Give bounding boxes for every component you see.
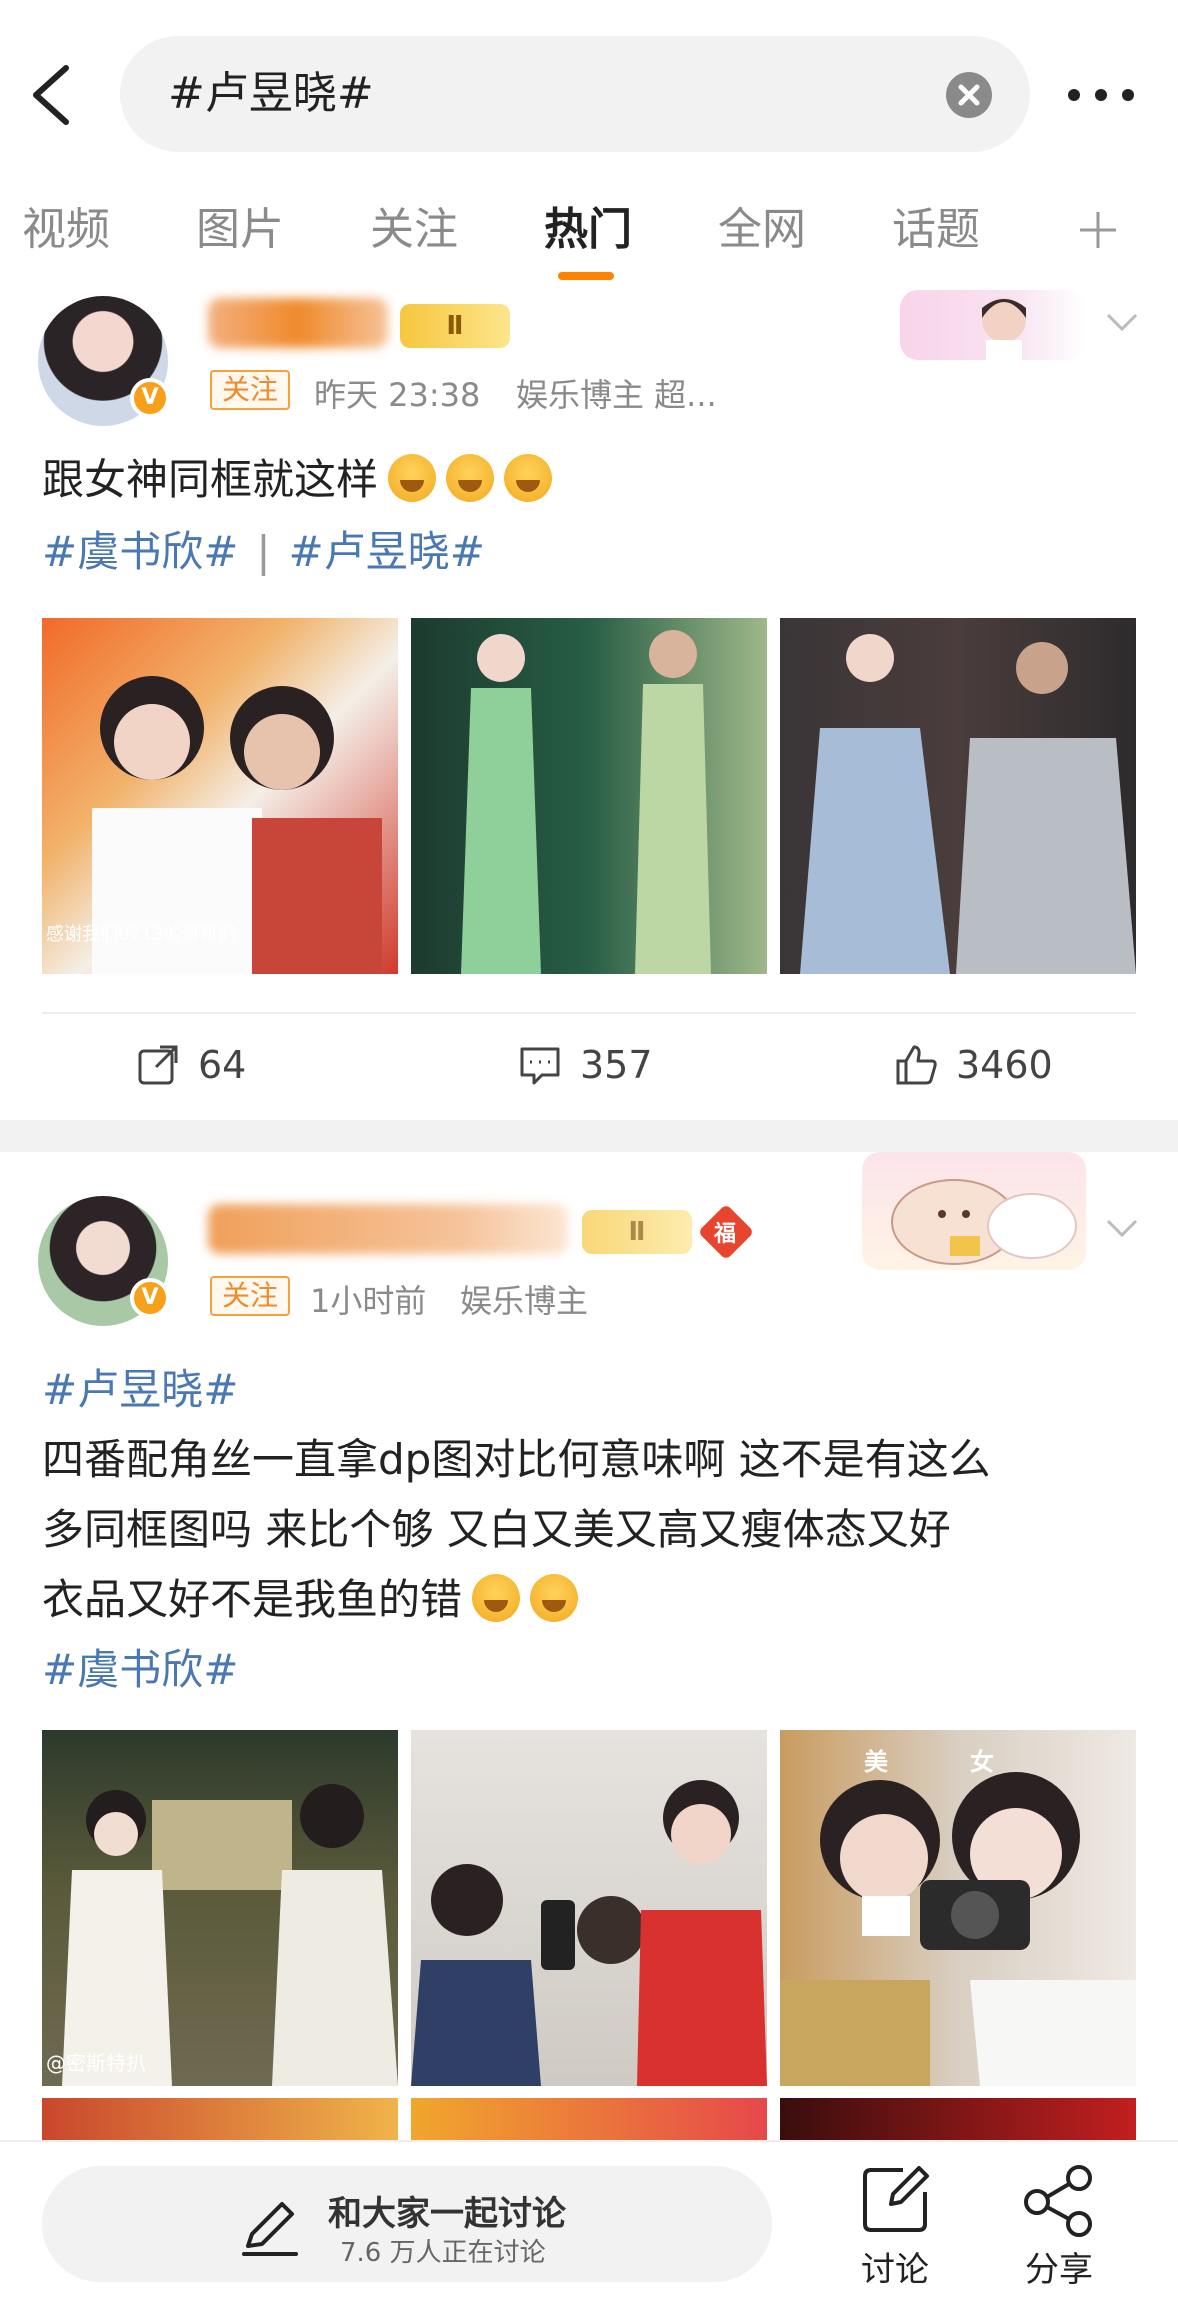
- tab-hot[interactable]: 热门: [544, 200, 632, 260]
- comment-icon: [520, 1047, 560, 1085]
- share-button-label: 分享: [1025, 2250, 1093, 2290]
- tab-images[interactable]: 图片: [196, 200, 284, 260]
- like-count: 3460: [956, 1043, 1053, 1087]
- post-card[interactable]: V Ⅱ 福 关注 1小时前 娱乐博主 #卢昱晓# 四番配角丝一直拿dp图对比何意…: [0, 1152, 1178, 2140]
- post-text-content: 跟女神同框就这样: [42, 455, 379, 504]
- active-tab-indicator: [558, 272, 614, 280]
- post-text: 跟女神同框就这样: [42, 450, 553, 510]
- post-time: 1小时前: [310, 1282, 427, 1320]
- image-overlay-text: 美: [864, 1748, 888, 1776]
- back-arrow-icon[interactable]: [22, 60, 82, 130]
- tab-all-web[interactable]: 全网: [718, 200, 806, 260]
- add-tab-icon[interactable]: [1076, 208, 1120, 252]
- discuss-button[interactable]: 讨论: [840, 2162, 950, 2302]
- top-bar: #卢昱晓#: [0, 0, 1178, 190]
- user-level-badge: Ⅱ: [582, 1210, 692, 1254]
- verified-badge-icon: V: [130, 378, 170, 418]
- username-blurred[interactable]: [208, 1204, 568, 1254]
- search-query-text: #卢昱晓#: [168, 68, 374, 119]
- post-image[interactable]: @密斯特扒: [42, 1730, 398, 2086]
- share-icon: [1024, 2165, 1092, 2237]
- image-caption: 感谢我们0713的哥哥们: [46, 924, 236, 945]
- post-image[interactable]: [411, 2098, 767, 2140]
- post-text-line: 四番配角丝一直拿dp图对比何意味啊 这不是有这么: [42, 1435, 991, 1484]
- profile-decoration-card: [862, 1152, 1086, 1270]
- post-time: 昨天 23:38: [314, 376, 481, 414]
- follow-tag[interactable]: 关注: [210, 1276, 291, 1316]
- tab-following[interactable]: 关注: [370, 200, 458, 260]
- discuss-title: 和大家一起讨论: [328, 2194, 566, 2234]
- like-button[interactable]: 3460: [894, 1035, 1053, 1095]
- comment-count: 357: [580, 1043, 653, 1087]
- search-input[interactable]: #卢昱晓#: [120, 36, 1030, 152]
- post-source: 娱乐博主: [460, 1282, 589, 1320]
- clear-search-icon[interactable]: [946, 72, 992, 118]
- share-button[interactable]: 分享: [1004, 2162, 1114, 2302]
- crying-emoji-icon: [504, 454, 553, 502]
- repost-button[interactable]: 64: [136, 1035, 246, 1095]
- post-text: 衣品又好不是我鱼的错: [42, 1570, 579, 1630]
- post-card[interactable]: V Ⅱ 关注 昨天 23:38 娱乐博主 超... 跟女神同框就这样 #虞书欣#…: [0, 290, 1178, 1120]
- hashtag-link[interactable]: #虞书欣#: [42, 527, 238, 576]
- post-image[interactable]: [780, 2098, 1136, 2140]
- image-caption: @密斯特扒: [46, 2051, 146, 2075]
- crying-emoji-icon: [388, 454, 437, 502]
- hashtag-link[interactable]: #卢昱晓#: [42, 1360, 238, 1420]
- verified-badge-icon: V: [130, 1278, 170, 1318]
- thumbs-up-icon: [896, 1045, 937, 1085]
- follow-tag[interactable]: 关注: [210, 370, 291, 410]
- pen-icon: [242, 2202, 298, 2256]
- hashtag-row: #虞书欣# | #卢昱晓#: [42, 522, 485, 582]
- section-gap: [0, 1120, 1178, 1152]
- chevron-down-icon[interactable]: [1100, 1206, 1144, 1250]
- user-level-badge: Ⅱ: [400, 304, 510, 348]
- post-image[interactable]: 美 女: [780, 1730, 1136, 2086]
- hashtag-separator: |: [256, 527, 271, 576]
- comment-button[interactable]: 357: [518, 1035, 653, 1095]
- more-options-icon[interactable]: [1066, 80, 1136, 110]
- fu-badge-label: 福: [714, 1222, 737, 1247]
- post-image[interactable]: [411, 1730, 767, 2086]
- shy-emoji-icon: [472, 1574, 521, 1622]
- post-image[interactable]: [411, 618, 767, 974]
- tab-bar: 视频 图片 关注 热门 全网 话题: [0, 190, 1178, 290]
- tab-videos[interactable]: 视频: [22, 200, 110, 260]
- hashtag-link[interactable]: #卢昱晓#: [289, 527, 485, 576]
- post-image[interactable]: [42, 2098, 398, 2140]
- join-discussion-input[interactable]: 和大家一起讨论 7.6 万人正在讨论: [42, 2166, 772, 2282]
- bottom-bar: 和大家一起讨论 7.6 万人正在讨论 讨论 分享: [0, 2140, 1178, 2304]
- post-image[interactable]: 感谢我们0713的哥哥们: [42, 618, 398, 974]
- post-source: 娱乐博主 超...: [516, 376, 717, 414]
- discuss-button-label: 讨论: [861, 2250, 929, 2290]
- crying-emoji-icon: [446, 454, 495, 502]
- compose-icon: [863, 2166, 929, 2232]
- shy-emoji-icon: [530, 1574, 579, 1622]
- username-blurred[interactable]: [208, 298, 388, 348]
- post-text-line: 多同框图吗 来比个够 又白又美又高又瘦体态又好: [42, 1505, 951, 1554]
- hashtag-link[interactable]: #虞书欣#: [42, 1640, 238, 1700]
- divider: [42, 1012, 1136, 1014]
- repost-count: 64: [198, 1043, 247, 1087]
- repost-icon: [138, 1045, 178, 1085]
- post-image[interactable]: [780, 618, 1136, 974]
- post-text-line: 衣品又好不是我鱼的错: [42, 1575, 463, 1624]
- chevron-down-icon[interactable]: [1100, 300, 1144, 344]
- image-overlay-text: 女: [970, 1748, 994, 1776]
- profile-decoration-card: [900, 290, 1086, 360]
- tab-topics[interactable]: 话题: [892, 200, 980, 260]
- discuss-count: 7.6 万人正在讨论: [340, 2238, 546, 2268]
